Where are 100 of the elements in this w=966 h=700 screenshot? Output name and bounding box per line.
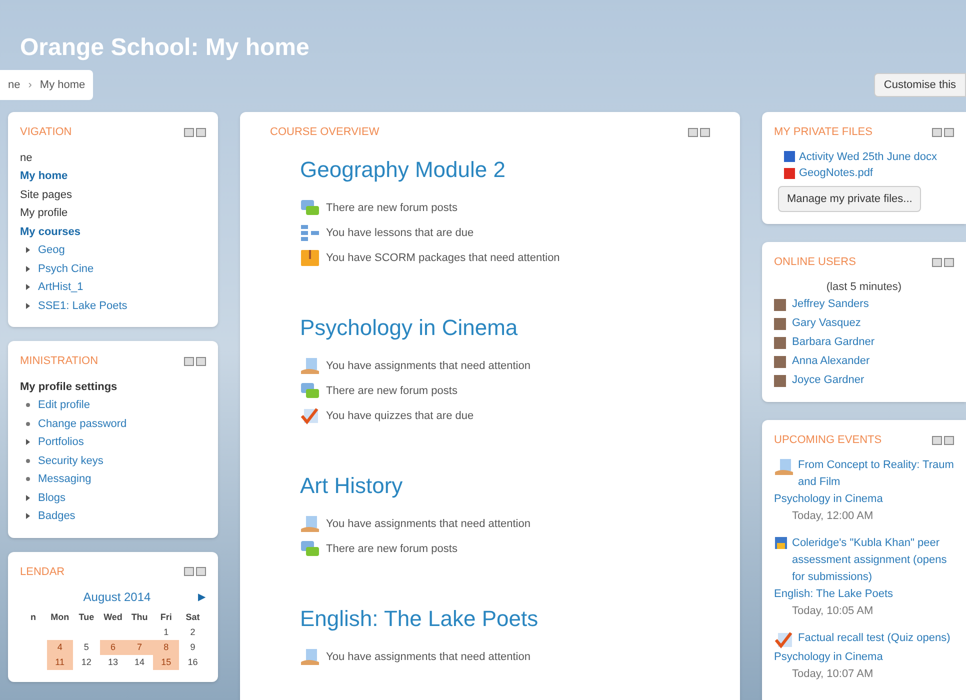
event-course-link[interactable]: Psychology in Cinema <box>774 648 954 666</box>
block-title: COURSE OVERVIEW <box>270 125 380 140</box>
notice-text[interactable]: You have SCORM packages that need attention <box>326 250 560 266</box>
weekday-label: Wed <box>102 611 124 624</box>
notice-text[interactable]: There are new forum posts <box>326 382 458 400</box>
notice-text[interactable]: There are new forum posts <box>326 540 458 558</box>
user-link[interactable]: Barbara Gardner <box>792 334 875 351</box>
breadcrumb-separator-icon: › <box>28 76 32 94</box>
checkmark-icon <box>300 407 320 425</box>
event-time: Today, 10:05 AM <box>791 604 874 618</box>
nav-link[interactable]: ArtHist_1 <box>38 278 84 296</box>
bullet-icon <box>26 477 30 482</box>
notice-text[interactable]: You have quizzes that are due <box>326 408 474 424</box>
avatar-icon <box>774 298 786 310</box>
block-controls-icon[interactable] <box>932 258 954 267</box>
calendar-day[interactable]: 1 <box>152 625 180 640</box>
calendar-day[interactable]: 2 <box>179 625 206 640</box>
nav-link[interactable]: Psych Cine <box>38 260 94 278</box>
nav-link[interactable]: Site pages <box>20 186 72 204</box>
expand-arrow-icon <box>26 284 30 290</box>
block-title: MINISTRATION <box>20 354 98 369</box>
expand-arrow-icon <box>26 494 30 501</box>
block-controls-icon[interactable] <box>932 436 954 445</box>
weekday-label: Mon <box>50 611 70 624</box>
event-day[interactable]: 15 <box>152 655 180 670</box>
notice-text[interactable]: You have assignments that need attention <box>326 358 530 374</box>
nav-link[interactable]: Security keys <box>38 452 104 470</box>
file-link[interactable]: GeogNotes.pdf <box>799 165 873 182</box>
weekday-label: Thu <box>130 611 149 624</box>
nav-link[interactable]: SSE1: Lake Poets <box>38 296 128 315</box>
checkmark-icon <box>774 630 794 648</box>
event-link[interactable]: Coleridge's "Kubla Khan" peer assessment assignment (opens for submissions) <box>792 534 954 586</box>
event-course-link[interactable]: Psychology in Cinema <box>774 490 954 508</box>
course-title[interactable]: Psychology in Cinema <box>300 310 710 344</box>
event-time: Today, 12:00 AM <box>791 508 874 524</box>
event-link[interactable]: Factual recall test (Quiz opens) <box>798 630 950 646</box>
event-day[interactable]: 6 <box>100 640 126 655</box>
block-controls-icon[interactable] <box>184 356 206 366</box>
nav-link[interactable]: Badges <box>38 507 76 526</box>
notice-text[interactable]: You have lessons that are due <box>326 224 474 242</box>
nav-link[interactable]: My home <box>20 167 68 186</box>
event-day[interactable]: 4 <box>46 640 74 655</box>
notice-text[interactable]: You have assignments that need attention <box>326 516 530 532</box>
expand-arrow-icon <box>26 302 30 309</box>
customise-button[interactable]: Customise this <box>874 73 966 97</box>
bullet-icon <box>26 403 30 408</box>
speech-bubbles-icon <box>300 199 320 217</box>
nav-link[interactable]: Messaging <box>38 470 92 488</box>
breadcrumb-link[interactable]: My home <box>40 76 86 94</box>
block-controls-icon[interactable] <box>688 128 710 137</box>
calendar-day[interactable]: 14 <box>126 655 153 670</box>
event-course-link[interactable]: English: The Lake Poets <box>774 586 954 602</box>
document-hand-icon <box>300 515 320 533</box>
nav-link[interactable]: Edit profile <box>38 396 90 414</box>
event-day[interactable]: 8 <box>152 640 180 655</box>
event-time: Today, 10:07 AM <box>791 666 874 682</box>
event-day[interactable]: 7 <box>126 640 153 655</box>
calendar-day[interactable]: 16 <box>179 655 206 670</box>
block-title: VIGATION <box>20 125 72 140</box>
nav-link[interactable]: Geog <box>38 241 65 260</box>
course-title[interactable]: Geography Module 2 <box>300 152 710 186</box>
block-controls-icon[interactable] <box>184 128 206 137</box>
block-controls-icon[interactable] <box>932 128 954 137</box>
user-link[interactable]: Joyce Gardner <box>792 372 864 389</box>
notice-text[interactable]: There are new forum posts <box>326 200 458 216</box>
block-title: LENDAR <box>20 564 65 580</box>
nav-link[interactable]: Change password <box>38 414 127 433</box>
notice-text[interactable]: You have assignments that need attention <box>326 648 530 666</box>
block-controls-icon[interactable] <box>184 567 206 576</box>
nav-link[interactable]: My profile <box>20 204 68 222</box>
calendar-month: August 2014 <box>83 589 151 606</box>
manage-files-button[interactable]: Manage my private files... <box>778 186 922 212</box>
expand-arrow-icon <box>26 513 30 520</box>
online-users-subtitle: (last 5 minutes) <box>825 280 903 294</box>
block-title: ONLINE USERS <box>774 255 856 270</box>
package-icon <box>300 249 320 267</box>
weekday-label: n <box>30 611 38 624</box>
nav-link[interactable]: ne <box>20 148 32 167</box>
bullet-icon <box>26 458 30 463</box>
expand-arrow-icon <box>26 266 30 272</box>
calendar-day[interactable]: 13 <box>100 655 126 670</box>
user-link[interactable]: Jeffrey Sanders <box>792 296 869 313</box>
lesson-flow-icon <box>300 224 320 242</box>
nav-link[interactable]: Blogs <box>38 488 66 507</box>
file-link[interactable]: Activity Wed 25th June docx <box>799 148 937 165</box>
calendar-day[interactable]: 9 <box>179 640 206 655</box>
user-link[interactable]: Anna Alexander <box>792 353 870 370</box>
nav-link[interactable]: Portfolios <box>38 433 84 452</box>
event-day[interactable]: 11 <box>46 655 74 670</box>
course-title[interactable]: English: The Lake Poets <box>300 602 710 634</box>
calendar-day[interactable]: 5 <box>73 640 100 655</box>
user-link[interactable]: Gary Vasquez <box>792 315 861 332</box>
event-link[interactable]: From Concept to Reality: Traum and Film <box>798 456 954 490</box>
nav-link[interactable]: My profile settings <box>20 378 118 396</box>
breadcrumb-link[interactable]: ne <box>8 76 20 94</box>
next-month-link[interactable]: ▶ <box>198 590 206 604</box>
course-title[interactable]: Art History <box>300 468 710 502</box>
weekday-label: Fri <box>159 611 173 624</box>
calendar-day[interactable]: 12 <box>73 655 100 670</box>
nav-link[interactable]: My courses <box>20 222 81 241</box>
